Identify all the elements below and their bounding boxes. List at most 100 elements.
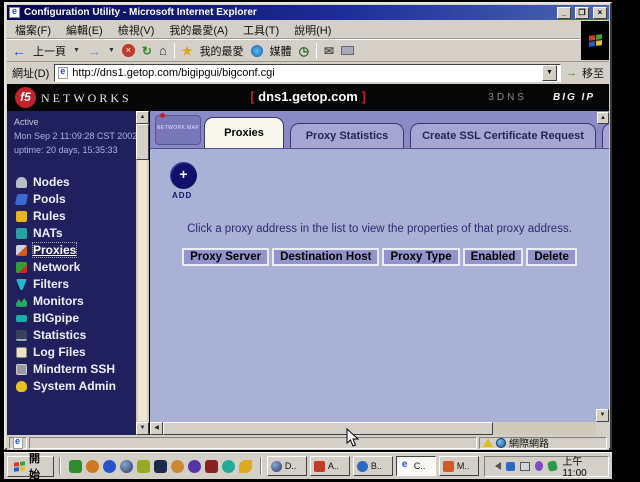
page-scroll-down-icon[interactable]: ▼ (596, 409, 609, 422)
tray-app-icon-2[interactable] (547, 460, 558, 472)
menu-favorites[interactable]: 我的最愛(A) (169, 22, 228, 38)
quicklaunch-icon-1[interactable] (69, 460, 82, 473)
menu-tools[interactable]: 工具(T) (243, 22, 279, 38)
maximize-button[interactable]: ❐ (575, 7, 589, 19)
task-window-5[interactable]: M.. (439, 456, 479, 476)
print-icon[interactable] (341, 46, 354, 55)
bracket-left: [ (250, 89, 254, 104)
minimize-button[interactable]: _ (557, 7, 571, 19)
sidebar-item-mindterm-ssh[interactable]: Mindterm SSH (7, 361, 149, 378)
favorites-button[interactable]: 我的最愛 (200, 43, 244, 59)
menu-view[interactable]: 檢視(V) (118, 22, 155, 38)
tab-bar: NETWORK MAP Proxies Proxy Statistics Cre… (150, 111, 609, 149)
scroll-down-icon[interactable]: ▼ (136, 422, 149, 435)
task-window-1[interactable]: D.. (267, 456, 307, 476)
back-icon[interactable]: ← (12, 43, 26, 59)
sidebar-item-nodes[interactable]: Nodes (7, 174, 149, 191)
forward-dropdown-icon[interactable]: ▼ (108, 47, 115, 54)
task-window-1-icon (271, 461, 282, 472)
hscrollbar-thumb[interactable] (163, 422, 493, 435)
back-button[interactable]: 上一頁 (33, 43, 66, 59)
task-window-2[interactable]: A.. (310, 456, 350, 476)
quicklaunch-icon-3[interactable] (103, 460, 116, 473)
sidebar-item-system-admin[interactable]: System Admin (7, 378, 149, 395)
start-button[interactable]: 開始 (7, 456, 54, 477)
messenger-icon[interactable] (506, 462, 515, 471)
ie-page-icon (9, 7, 20, 18)
sidebar-item-nats[interactable]: NATs (7, 225, 149, 242)
link-bigip[interactable]: BIG IP (553, 92, 595, 103)
mail-icon[interactable]: ✉ (324, 44, 334, 58)
menu-edit[interactable]: 編輯(E) (66, 22, 103, 38)
nats-icon (16, 228, 27, 239)
horizontal-scrollbar[interactable]: ◀ (150, 422, 596, 435)
sidebar-item-log-files[interactable]: Log Files (7, 344, 149, 361)
status-message-pane (29, 437, 477, 449)
sidebar-item-proxies[interactable]: Proxies (7, 242, 149, 259)
menu-file[interactable]: 檔案(F) (15, 22, 51, 38)
taskbar-separator (260, 457, 262, 475)
sidebar-item-bigpipe[interactable]: BIGpipe (7, 310, 149, 327)
quicklaunch-icon-7[interactable] (171, 460, 184, 473)
network-icon (16, 262, 27, 273)
media-icon[interactable] (251, 45, 263, 57)
quicklaunch-icon-9[interactable] (205, 460, 218, 473)
go-button[interactable]: 移至 (582, 65, 604, 81)
history-icon[interactable]: ◷ (299, 44, 309, 58)
sidebar-item-statistics[interactable]: Statistics (7, 327, 149, 344)
quicklaunch-icon-11[interactable] (239, 460, 252, 473)
favorites-icon[interactable]: ★ (182, 44, 193, 58)
quicklaunch-icon-5[interactable] (137, 460, 150, 473)
tool-bar: ← 上一頁 ▼ → ▼ × ↻ ⌂ ★ 我的最愛 媒體 ◷ ✉ (7, 39, 580, 61)
tab-proxy-statistics[interactable]: Proxy Statistics (290, 123, 404, 148)
log-files-icon (16, 347, 27, 358)
menu-help[interactable]: 說明(H) (294, 22, 331, 38)
windows-flag-icon (589, 34, 602, 47)
refresh-icon[interactable]: ↻ (142, 44, 152, 58)
tab-proxies[interactable]: Proxies (204, 117, 284, 148)
volume-icon[interactable] (491, 462, 501, 470)
toolbar-separator (174, 43, 175, 59)
col-delete: Delete (526, 248, 577, 266)
task-window-4-active[interactable]: C.. (396, 456, 436, 476)
go-icon[interactable]: → (566, 67, 577, 79)
main-region: Active Mon Sep 2 11:09:28 CST 2002 uptim… (7, 111, 609, 435)
home-icon[interactable]: ⌂ (159, 43, 167, 58)
quicklaunch-icon-6[interactable] (154, 460, 167, 473)
forward-icon[interactable]: → (87, 43, 101, 59)
close-button[interactable]: × (593, 7, 607, 19)
page-scroll-up-icon[interactable]: ▲ (597, 112, 609, 124)
stop-icon[interactable]: × (122, 44, 135, 57)
internet-zone-icon (496, 438, 506, 448)
back-dropdown-icon[interactable]: ▼ (73, 47, 80, 54)
task-window-3[interactable]: B.. (353, 456, 393, 476)
network-map-button[interactable]: NETWORK MAP (155, 115, 201, 145)
sidebar-item-pools[interactable]: Pools (7, 191, 149, 208)
desktop-screen: Configuration Utility - Microsoft Intern… (4, 2, 612, 480)
status-active: Active (14, 116, 142, 130)
sidebar-item-filters[interactable]: Filters (7, 276, 149, 293)
scroll-left-icon[interactable]: ◀ (150, 422, 163, 435)
address-input-box[interactable]: ▼ (54, 64, 561, 82)
quicklaunch-icon-10[interactable] (222, 460, 235, 473)
scroll-up-icon[interactable]: ▲ (136, 111, 149, 124)
mindterm-ssh-icon (16, 364, 27, 375)
tray-app-icon-1[interactable] (535, 461, 543, 471)
sidebar-scrollbar[interactable]: ▲ ▼ (136, 111, 149, 435)
tab-create-ssl-certificate-request[interactable]: Create SSL Certificate Request (410, 123, 596, 148)
scrollbar-thumb[interactable] (136, 124, 149, 160)
quicklaunch-icon-2[interactable] (86, 460, 99, 473)
sidebar-item-rules[interactable]: Rules (7, 208, 149, 225)
quicklaunch-icon-8[interactable] (188, 460, 201, 473)
link-3dns[interactable]: 3DNS (488, 92, 527, 103)
network-connection-icon[interactable] (520, 462, 530, 471)
quicklaunch-icon-4[interactable] (120, 460, 133, 473)
tab-install-ssl-certificate[interactable]: Install SSL Certifi (602, 123, 609, 148)
sidebar-item-network[interactable]: Network (7, 259, 149, 276)
add-button-label: ADD (172, 191, 192, 200)
address-dropdown-icon[interactable]: ▼ (542, 65, 557, 81)
media-button[interactable]: 媒體 (270, 43, 292, 59)
sidebar-item-monitors[interactable]: Monitors (7, 293, 149, 310)
add-button[interactable]: + (170, 162, 197, 189)
address-input[interactable] (72, 67, 538, 79)
